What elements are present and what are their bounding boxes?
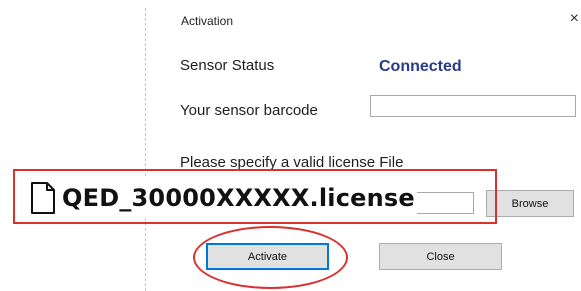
sensor-status-value: Connected — [379, 58, 462, 75]
license-file-chip: QED_30000XXXXX.license — [30, 178, 417, 218]
sensor-barcode-field[interactable] — [370, 95, 576, 117]
close-window-icon[interactable]: × — [570, 10, 579, 28]
sensor-barcode-label: Your sensor barcode — [180, 102, 318, 119]
window-title: Activation — [181, 14, 234, 28]
license-file-name: QED_30000XXXXX.license — [62, 184, 415, 212]
activate-highlight-circle — [193, 226, 348, 289]
browse-button[interactable]: Browse — [486, 190, 574, 217]
file-icon — [31, 182, 55, 214]
sensor-status-label: Sensor Status — [180, 57, 275, 74]
title-bar: Activation × — [146, 8, 581, 38]
close-button[interactable]: Close — [379, 243, 502, 270]
